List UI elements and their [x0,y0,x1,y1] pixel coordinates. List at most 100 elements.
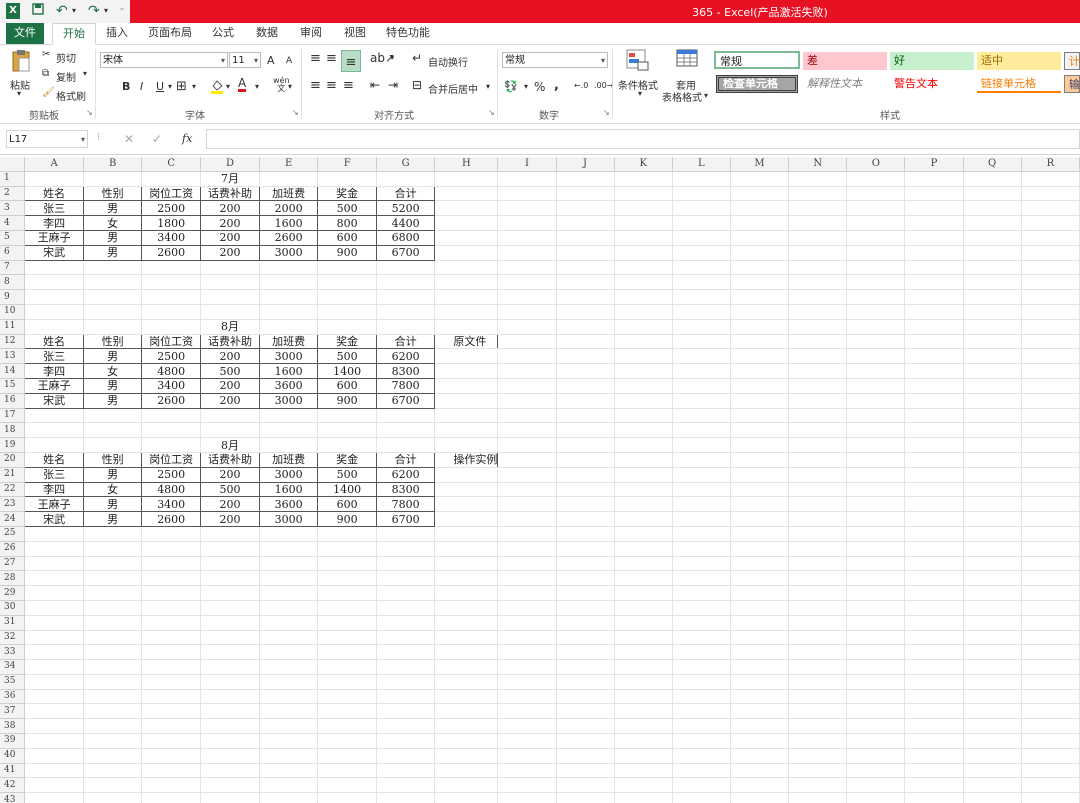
cell-G24[interactable]: 6700 [375,511,436,527]
cell-K38[interactable] [614,718,673,735]
border-icon[interactable]: ⊞ [176,79,187,94]
cell-P6[interactable] [904,245,964,261]
underline-button[interactable]: U [156,80,164,93]
cell-K37[interactable] [614,703,673,720]
cell-G12[interactable]: 合计 [375,333,436,350]
cell-G19[interactable] [376,437,436,453]
cell-D16[interactable]: 200 [200,392,260,409]
cell-Q33[interactable] [963,644,1022,661]
cell-A15[interactable]: 王麻子 [24,377,84,394]
cell-E3[interactable]: 2000 [258,200,319,217]
cell-O11[interactable] [846,319,906,335]
cell-H36[interactable] [434,689,499,705]
row-header-32[interactable]: 32 [0,630,26,646]
cell-I35[interactable] [497,674,557,690]
cell-N36[interactable] [788,689,848,705]
cell-D37[interactable] [200,703,260,720]
cell-R38[interactable] [1021,718,1080,735]
cell-D15[interactable]: 200 [200,377,260,394]
cell-M19[interactable] [730,437,790,453]
cell-B14[interactable]: 女 [82,363,143,379]
cell-J24[interactable] [556,511,615,527]
cell-O20[interactable] [846,452,906,468]
column-header-Q[interactable]: Q [963,157,1022,172]
cell-Q27[interactable] [963,556,1022,572]
cell-G41[interactable] [376,763,436,779]
row-header-5[interactable]: 5 [0,230,26,246]
cell-Q11[interactable] [963,319,1022,335]
tab-data[interactable]: 数据 [250,23,284,44]
cell-Q28[interactable] [963,570,1022,587]
cell-P29[interactable] [904,585,964,601]
cell-M2[interactable] [730,186,790,202]
number-format-select[interactable]: 常规 ▾ [502,52,608,68]
cell-J27[interactable] [556,556,615,572]
cell-K25[interactable] [614,526,673,542]
cell-Q2[interactable] [963,186,1022,202]
cell-K11[interactable] [614,319,673,335]
cell-D39[interactable] [200,733,260,749]
cell-I6[interactable] [497,245,557,261]
row-header-24[interactable]: 24 [0,511,26,527]
tab-page-layout[interactable]: 页面布局 [144,23,196,44]
cell-M29[interactable] [730,585,790,601]
cell-Q9[interactable] [963,289,1022,305]
cell-J32[interactable] [556,630,615,646]
cell-M6[interactable] [730,245,790,261]
cell-M40[interactable] [730,748,790,764]
cell-I18[interactable] [497,422,557,439]
cell-E12[interactable]: 加班费 [258,333,319,350]
cell-H9[interactable] [434,289,499,305]
cell-N38[interactable] [788,718,848,735]
cell-C5[interactable]: 3400 [141,229,202,246]
cell-G34[interactable] [376,659,436,675]
cell-P28[interactable] [904,570,964,587]
cell-H39[interactable] [434,733,499,749]
cell-D19[interactable]: 8月 [200,437,260,453]
row-header-30[interactable]: 30 [0,600,26,616]
grow-font-button[interactable]: A [267,54,275,67]
cell-Q39[interactable] [963,733,1022,749]
orientation-dropdown-icon[interactable]: ▾ [390,53,394,62]
cell-N1[interactable] [788,171,848,187]
cell-P10[interactable] [904,304,964,320]
cell-E20[interactable]: 加班费 [258,451,319,468]
cell-O41[interactable] [846,763,906,779]
cell-Q20[interactable] [963,452,1022,468]
cell-D36[interactable] [200,689,260,705]
cell-K20[interactable] [614,452,673,468]
cell-P9[interactable] [904,289,964,305]
customize-toolbar-icon[interactable]: ⁼ [120,3,124,19]
cell-N22[interactable] [788,482,848,498]
cell-H19[interactable] [434,437,499,453]
cell-K13[interactable] [614,348,673,365]
cell-L26[interactable] [672,541,731,557]
cell-I42[interactable] [497,777,557,794]
cell-J35[interactable] [556,674,615,690]
cell-F22[interactable]: 1400 [317,481,377,498]
cell-I2[interactable] [497,186,557,202]
row-header-36[interactable]: 36 [0,689,26,705]
cell-Q23[interactable] [963,496,1022,513]
table-format-dropdown-icon[interactable]: ▾ [704,91,708,100]
cell-C31[interactable] [141,615,202,631]
cell-K7[interactable] [614,260,673,276]
row-header-23[interactable]: 23 [0,496,26,513]
row-header-14[interactable]: 14 [0,363,26,379]
cell-D32[interactable] [200,630,260,646]
percent-button[interactable]: % [534,80,545,94]
italic-button[interactable]: I [140,80,143,93]
cell-F20[interactable]: 奖金 [317,451,377,468]
cell-J43[interactable] [556,792,615,803]
cell-N17[interactable] [788,408,848,424]
cell-O9[interactable] [846,289,906,305]
cell-N26[interactable] [788,541,848,557]
cell-L7[interactable] [672,260,731,276]
row-header-13[interactable]: 13 [0,348,26,365]
table-format-button-line2[interactable]: 表格格式 [662,89,702,104]
cell-C6[interactable]: 2600 [141,244,202,261]
cell-P16[interactable] [904,393,964,409]
cell-O19[interactable] [846,437,906,453]
cell-N3[interactable] [788,200,848,217]
cell-K29[interactable] [614,585,673,601]
